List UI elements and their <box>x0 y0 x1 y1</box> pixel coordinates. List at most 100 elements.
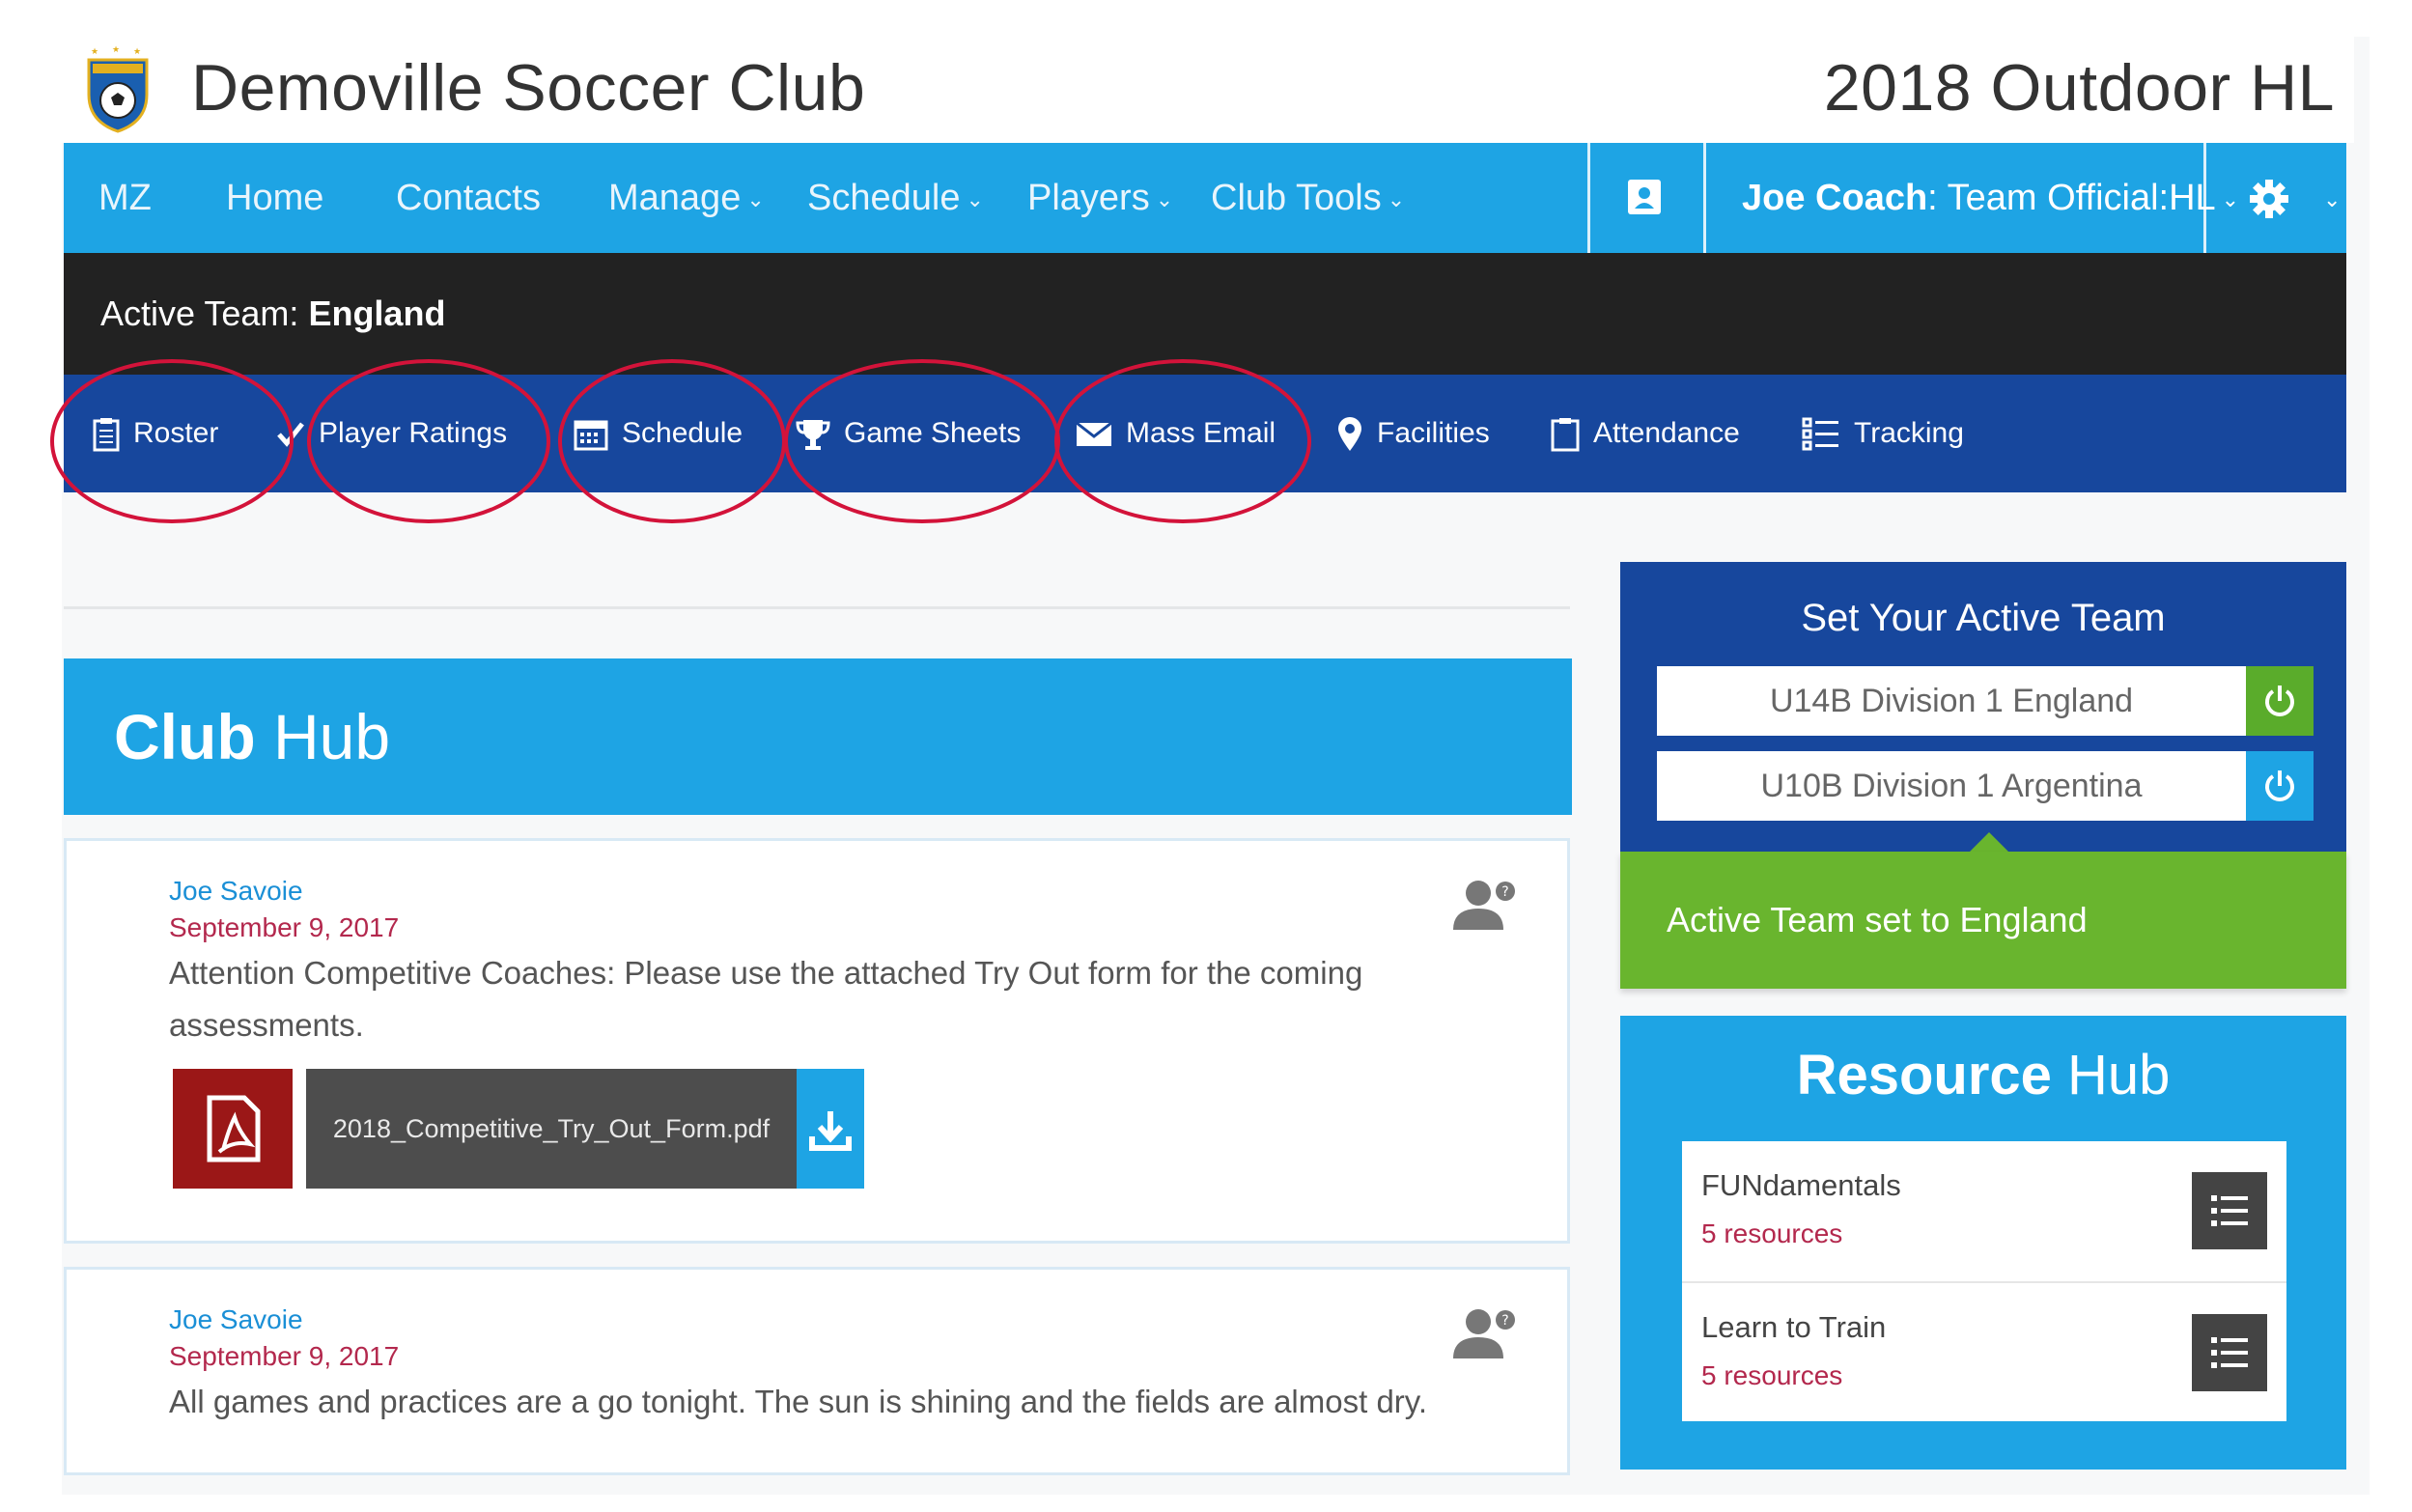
nav-item-manage[interactable]: Manage ⌄ <box>608 143 765 253</box>
club-hub-title-bold: Club <box>114 701 256 772</box>
active-team-bar: Active Team: England <box>64 253 2346 375</box>
download-icon <box>809 1111 852 1151</box>
nav-item-contacts[interactable]: Contacts <box>396 143 541 253</box>
club-hub-header: Club Hub <box>64 658 1572 815</box>
list-icon <box>2211 1337 2248 1368</box>
team-option: U14B Division 1 England <box>1657 666 2314 736</box>
gear-icon[interactable] <box>2248 178 2290 220</box>
resource-name: FUNdamentals <box>1701 1168 1901 1202</box>
list-icon <box>2211 1195 2248 1226</box>
team-nav-facilities[interactable]: Facilities <box>1336 375 1490 492</box>
team-option-name[interactable]: U10B Division 1 Argentina <box>1657 751 2246 821</box>
attachment-filename[interactable]: 2018_Competitive_Try_Out_Form.pdf <box>306 1069 797 1189</box>
hub-post: Joe Savoie September 9, 2017 Attention C… <box>64 838 1570 1244</box>
nav-item-players[interactable]: Players ⌄ <box>1027 143 1173 253</box>
clipboard-icon <box>1551 418 1580 452</box>
nav-item-schedule[interactable]: Schedule ⌄ <box>807 143 984 253</box>
club-name: Demoville Soccer Club <box>191 51 866 125</box>
post-date: September 9, 2017 <box>169 912 400 942</box>
nav-label: Manage <box>608 178 742 218</box>
resource-hub: Resource Hub FUNdamentals 5 resources Le… <box>1620 1016 2346 1470</box>
resource-hub-title-rest: Hub <box>2051 1044 2171 1106</box>
nav-item-home[interactable]: Home <box>226 143 323 253</box>
post-body: Attention Competitive Coaches: Please us… <box>169 955 1363 1043</box>
nav-label: MZ <box>98 178 152 218</box>
highlight-circle-player-ratings <box>307 359 550 523</box>
power-icon <box>2265 770 2294 801</box>
highlight-circle-roster <box>50 359 294 523</box>
download-button[interactable] <box>797 1069 864 1189</box>
success-message: Active Team set to England <box>1667 900 2088 939</box>
team-nav-attendance[interactable]: Attendance <box>1551 375 1740 492</box>
activate-team-button[interactable] <box>2246 666 2314 736</box>
chevron-down-icon: ⌄ <box>1155 186 1174 211</box>
team-nav-tracking[interactable]: Tracking <box>1802 375 1964 492</box>
success-arrow <box>1970 832 2008 852</box>
team-nav-label: Facilities <box>1377 417 1490 449</box>
list-icon <box>1802 417 1838 451</box>
section-divider <box>64 606 1570 609</box>
power-icon <box>2265 686 2294 716</box>
nav-label: Club Tools <box>1211 178 1382 218</box>
contact-card-icon[interactable] <box>1626 178 1663 216</box>
active-team-prefix: Active Team: <box>100 294 299 333</box>
active-team-panel-title: Set Your Active Team <box>1801 597 2166 639</box>
club-hub-title: Club Hub <box>114 658 390 815</box>
resource-hub-title: Resource Hub <box>1620 1043 2346 1107</box>
pdf-file-icon[interactable] <box>173 1069 293 1189</box>
highlight-circle-schedule <box>558 359 786 523</box>
resource-item[interactable]: Learn to Train 5 resources <box>1682 1281 2286 1423</box>
resource-list-button[interactable] <box>2192 1314 2267 1391</box>
nav-label: Schedule <box>807 178 961 218</box>
season-name[interactable]: 2018 Outdoor HL <box>1824 50 2335 126</box>
user-role: : Team Official:HL <box>1927 178 2216 218</box>
chevron-down-icon: ⌄ <box>2221 186 2240 211</box>
group-icon[interactable]: ? <box>1449 1306 1519 1360</box>
svg-text:?: ? <box>1501 1313 1508 1329</box>
nav-label: Contacts <box>396 178 541 218</box>
post-date: September 9, 2017 <box>169 1341 400 1371</box>
nav-label: Players <box>1027 178 1150 218</box>
club-logo: ★ ★ ★ <box>87 44 149 133</box>
success-message-panel: Active Team set to England <box>1620 852 2346 989</box>
team-option-name[interactable]: U14B Division 1 England <box>1657 666 2246 736</box>
hub-post: Joe Savoie September 9, 2017 All games a… <box>64 1267 1570 1475</box>
highlight-circle-mass-email <box>1054 359 1311 523</box>
site-header: ★ ★ ★ Demoville Soccer Club 2018 Outdoor… <box>62 37 2354 143</box>
chevron-down-icon: ⌄ <box>1387 186 1406 211</box>
group-icon[interactable]: ? <box>1449 878 1519 932</box>
team-nav-label: Attendance <box>1593 417 1740 449</box>
highlight-circle-game-sheets <box>784 359 1060 523</box>
resource-hub-title-bold: Resource <box>1796 1044 2052 1106</box>
svg-text:★: ★ <box>133 46 141 56</box>
resource-item[interactable]: FUNdamentals 5 resources <box>1682 1141 2286 1281</box>
resource-name: Learn to Train <box>1701 1310 1887 1344</box>
main-nav: MZ Home Contacts Manage ⌄ Schedule ⌄ Playe… <box>64 143 2346 253</box>
nav-item-mz[interactable]: MZ <box>98 143 152 253</box>
activate-team-button[interactable] <box>2246 751 2314 821</box>
team-nav-label: Tracking <box>1854 417 1964 449</box>
resource-count[interactable]: 5 resources <box>1701 1218 1842 1249</box>
active-team-label: Active Team: England <box>100 253 445 375</box>
chevron-down-icon: ⌄ <box>966 186 984 211</box>
nav-divider <box>2203 143 2206 253</box>
active-team-panel: Set Your Active Team U14B Division 1 Eng… <box>1620 562 2346 852</box>
resource-list-button[interactable] <box>2192 1172 2267 1249</box>
post-author[interactable]: Joe Savoie <box>169 876 303 907</box>
active-team-name: England <box>308 294 446 333</box>
svg-text:★: ★ <box>91 46 98 56</box>
map-pin-icon <box>1338 417 1361 452</box>
nav-label: Home <box>226 178 324 218</box>
chevron-down-icon[interactable]: ⌄ <box>2317 143 2341 253</box>
club-hub-title-rest: Hub <box>255 701 391 772</box>
user-menu[interactable]: Joe Coach: Team Official:HL ⌄ <box>1742 143 2239 253</box>
resource-list: FUNdamentals 5 resources Learn to Train … <box>1682 1141 2286 1421</box>
team-option: U10B Division 1 Argentina <box>1657 751 2314 821</box>
post-author[interactable]: Joe Savoie <box>169 1304 303 1335</box>
post-body: All games and practices are a go tonight… <box>169 1384 1428 1419</box>
svg-text:?: ? <box>1501 884 1508 900</box>
nav-item-club-tools[interactable]: Club Tools ⌄ <box>1211 143 1405 253</box>
chevron-down-icon: ⌄ <box>746 186 765 211</box>
nav-divider <box>1587 143 1590 253</box>
resource-count[interactable]: 5 resources <box>1701 1360 1842 1391</box>
